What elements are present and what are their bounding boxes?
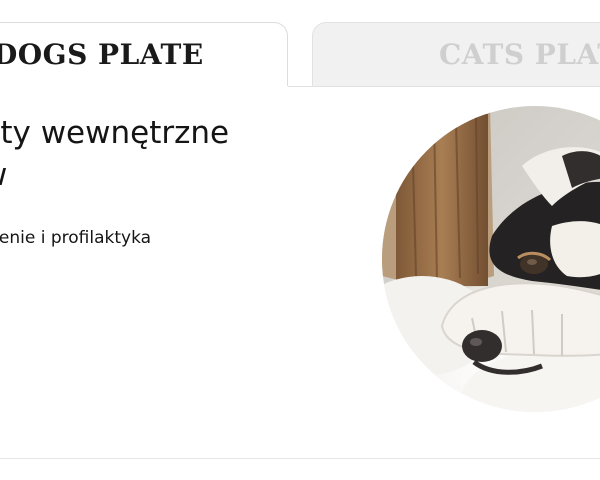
- article-title-line-2: w: [0, 157, 7, 193]
- tab-dogs-plate-label: DOGS PLATE: [0, 38, 204, 71]
- bottom-divider: [0, 458, 600, 459]
- tab-cats-plate[interactable]: CATS PLATE: [312, 22, 600, 86]
- article-subtitle: zenie i profilaktyka: [0, 228, 152, 248]
- tab-divider: [288, 86, 600, 87]
- article-title-line-1: yty wewnętrzne: [0, 115, 230, 151]
- page: CATS PLATE DOGS PLATE yty wewnętrzne w z…: [0, 0, 600, 480]
- article-title[interactable]: yty wewnętrzne w: [0, 112, 312, 196]
- tab-dogs-plate[interactable]: DOGS PLATE: [0, 22, 288, 86]
- tab-cats-plate-label: CATS PLATE: [439, 38, 600, 71]
